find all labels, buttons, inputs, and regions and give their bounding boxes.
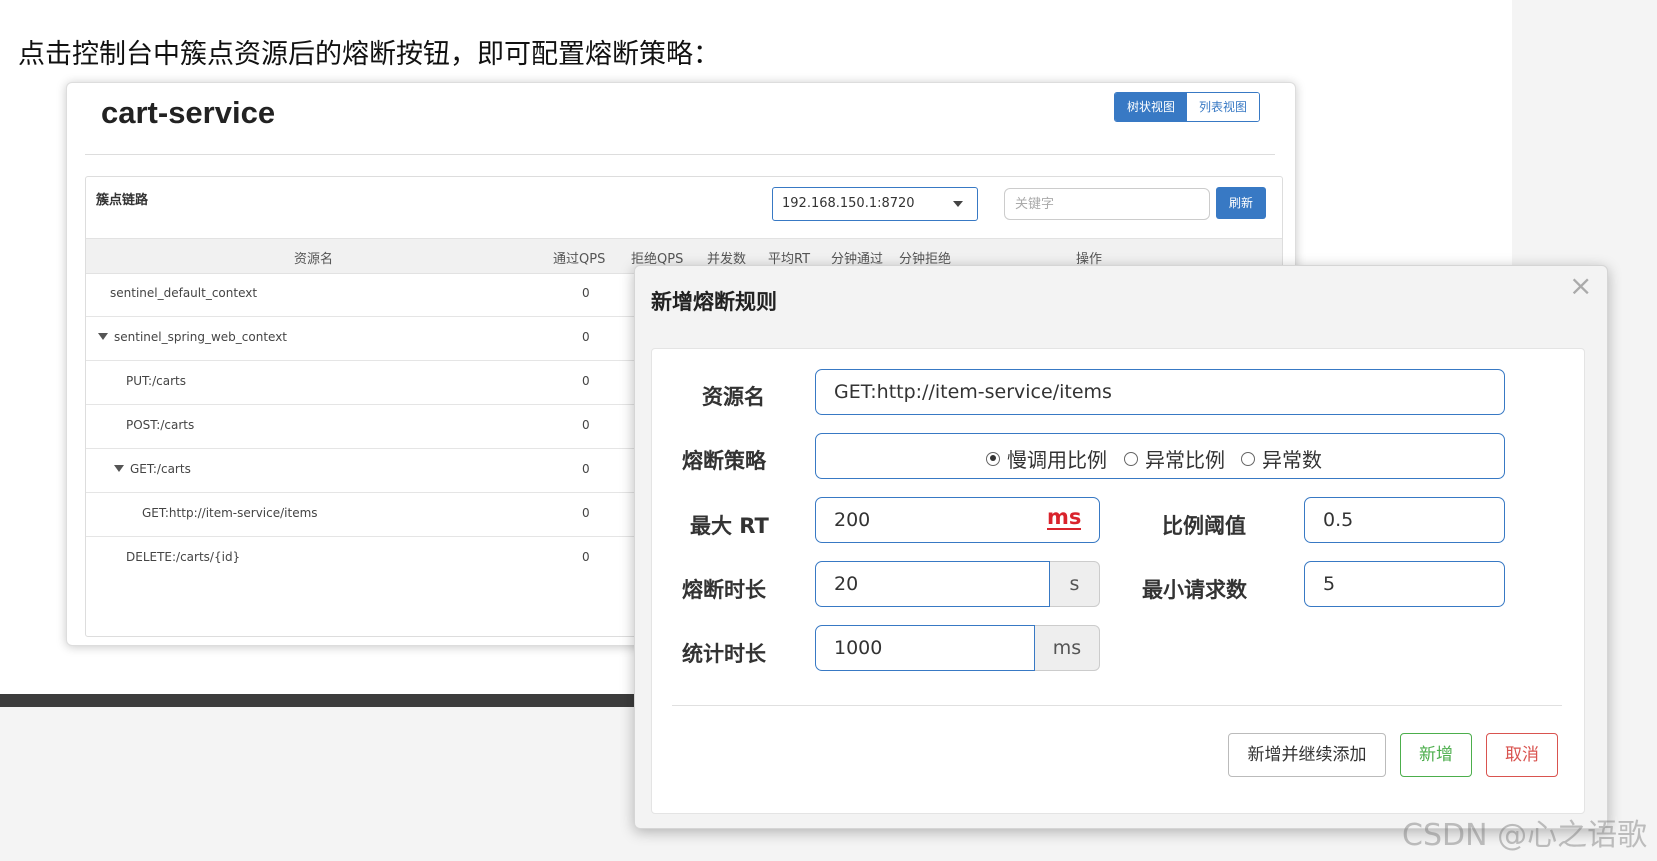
min-request-label: 最小请求数 [1142, 578, 1247, 602]
resource-name: POST:/carts [126, 418, 195, 432]
list-view-button[interactable]: 列表视图 [1187, 93, 1260, 121]
ratio-label: 比例阈值 [1162, 514, 1246, 538]
header-resource: 资源名 [294, 252, 334, 267]
pass-qps: 0 [582, 462, 590, 476]
radio-unchecked-icon [1241, 451, 1255, 466]
app-title: cart-service [101, 95, 276, 130]
stat-unit: ms [1035, 625, 1100, 671]
add-and-continue-button[interactable]: 新增并继续添加 [1228, 733, 1386, 777]
pass-qps: 0 [582, 330, 590, 344]
ratio-input[interactable] [1304, 497, 1505, 543]
radio-slow-ratio[interactable]: 慢调用比例 [986, 444, 1107, 473]
caret-down-icon [953, 201, 963, 207]
view-toggle: 树状视图 列表视图 [1114, 92, 1261, 122]
radio-unchecked-icon [1124, 451, 1138, 466]
pass-qps: 0 [582, 550, 590, 564]
watermark: CSDN @心之语歌 [1402, 818, 1648, 853]
radio-error-count[interactable]: 异常数 [1241, 444, 1322, 473]
max-rt-unit: ms [1047, 505, 1082, 530]
close-icon[interactable]: × [1569, 266, 1592, 306]
machine-select[interactable]: 192.168.150.1:8720 [772, 187, 978, 221]
refresh-button[interactable]: 刷新 [1216, 187, 1266, 219]
stat-label: 统计时长 [682, 642, 766, 666]
pass-qps: 0 [582, 374, 590, 388]
expand-triangle-icon[interactable] [114, 465, 124, 472]
radio-checked-icon [986, 451, 1000, 466]
card-divider [85, 154, 1275, 155]
max-rt-label: 最大 RT [690, 514, 769, 538]
strategy-label: 熔断策略 [682, 449, 766, 473]
resource-label: 资源名 [702, 385, 765, 409]
add-button[interactable]: 新增 [1400, 733, 1472, 777]
resource-name: sentinel_spring_web_context [114, 330, 288, 344]
panel-title: 簇点链路 [96, 193, 149, 208]
tree-view-button[interactable]: 树状视图 [1115, 93, 1188, 121]
duration-label: 熔断时长 [682, 578, 766, 602]
radio-error-ratio[interactable]: 异常比例 [1124, 444, 1225, 473]
cancel-button[interactable]: 取消 [1486, 733, 1558, 777]
keyword-search-input[interactable] [1004, 188, 1210, 220]
resource-name: sentinel_default_context [110, 286, 258, 300]
resource-input[interactable] [815, 369, 1505, 415]
machine-select-value: 192.168.150.1:8720 [782, 196, 915, 211]
modal-form: 资源名 熔断策略 慢调用比例 异常比例 异常数 最大 RT ms 比例阈值 熔断… [651, 348, 1585, 814]
resource-name: GET:http://item-service/items [142, 506, 318, 520]
resource-name: GET:/carts [130, 462, 191, 476]
duration-unit: s [1050, 561, 1100, 607]
header-pass-qps: 通过QPS [553, 252, 606, 267]
pass-qps: 0 [582, 418, 590, 432]
intro-text: 点击控制台中簇点资源后的熔断按钮，即可配置熔断策略： [18, 39, 720, 70]
resource-name: PUT:/carts [126, 374, 186, 388]
degrade-rule-modal: 新增熔断规则 × 资源名 熔断策略 慢调用比例 异常比例 异常数 最大 RT m… [634, 265, 1608, 829]
resource-name: DELETE:/carts/{id} [126, 550, 241, 564]
expand-triangle-icon[interactable] [98, 333, 108, 340]
max-rt-wrapper: ms [815, 497, 1100, 543]
pass-qps: 0 [582, 286, 590, 300]
pass-qps: 0 [582, 506, 590, 520]
min-request-input[interactable] [1304, 561, 1505, 607]
duration-input[interactable] [815, 561, 1050, 607]
footer-divider [672, 705, 1562, 706]
dark-divider-bar [0, 694, 640, 707]
radio-label: 异常比例 [1145, 448, 1225, 472]
radio-label: 慢调用比例 [1007, 448, 1107, 472]
radio-label: 异常数 [1262, 448, 1322, 472]
strategy-radio-group: 慢调用比例 异常比例 异常数 [815, 433, 1505, 479]
modal-title: 新增熔断规则 [651, 290, 777, 314]
stat-input[interactable] [815, 625, 1035, 671]
